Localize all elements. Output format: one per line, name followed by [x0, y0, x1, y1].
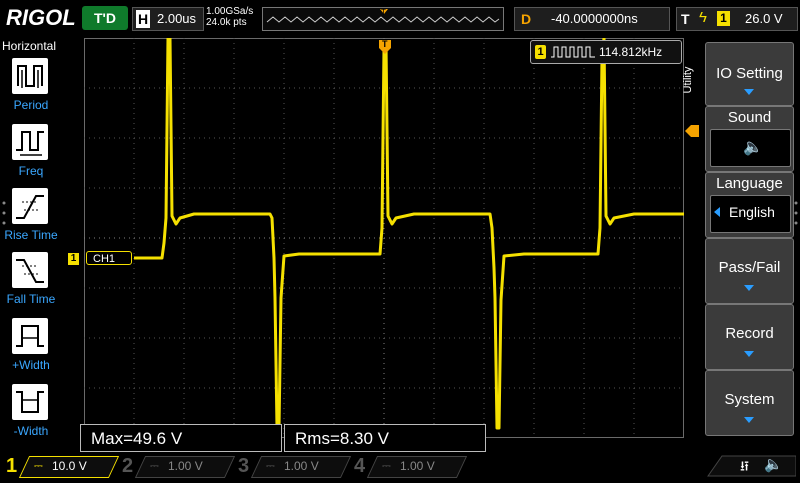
ch1-marker-number: 1 — [68, 253, 79, 265]
usb-icon: ⭿ — [740, 458, 750, 474]
measure-side-menu: Horizontal Period Freq Rise Time Fall Ti… — [0, 38, 62, 452]
frequency-value: 114.812kHz — [599, 45, 663, 59]
sample-rate: 1.00GSa/s — [206, 6, 254, 17]
trigger-level-arrow-icon — [685, 125, 699, 137]
trigger-level: 26.0 V — [745, 11, 783, 26]
measure-freq-label: Freq — [18, 164, 44, 178]
period-icon — [12, 58, 48, 94]
memory-trigger-marker: T — [381, 8, 386, 17]
left-menu-page-indicator — [2, 200, 6, 230]
trigger-position-label: T — [382, 39, 388, 49]
channel-4-scale: 1.00 V — [400, 459, 435, 473]
measurement-rms[interactable]: Rms=8.30 V — [284, 424, 486, 452]
channel-2-number: 2 — [122, 455, 134, 477]
memory-overview-strip[interactable]: T — [262, 7, 504, 31]
record-label: Record — [725, 325, 774, 342]
channel-1-tab[interactable]: 1 ⎓ 10.0 V — [0, 454, 120, 478]
timebase-value: 2.00us — [157, 11, 197, 26]
io-setting-label: IO Setting — [716, 65, 783, 82]
delay-value: -40.0000000ns — [551, 11, 638, 26]
language-value: English — [729, 204, 775, 220]
channel-3-tab[interactable]: 3 ⎓ 1.00 V — [232, 454, 352, 478]
rising-edge-icon: ϟ — [699, 9, 707, 26]
horizontal-label: H — [136, 10, 150, 28]
channel-status-bar: 1 ⎓ 10.0 V 2 ⎓ 1.00 V 3 ⎓ 1.00 V 4 ⎓ 1.0… — [0, 452, 800, 480]
chevron-left-icon — [714, 207, 720, 217]
language-value-box: English — [710, 195, 791, 233]
pass-fail-button[interactable]: Pass/Fail — [705, 238, 794, 304]
sound-value-box: 🔈 — [710, 129, 791, 167]
frequency-readout[interactable]: 1 114.812kHz — [530, 40, 682, 64]
speaker-icon: 🔈 — [743, 139, 763, 156]
measure-negative-width-label: -Width — [13, 424, 49, 438]
sound-button[interactable]: Sound 🔈 — [705, 106, 794, 172]
dc-coupling-icon: ⎓ — [34, 460, 43, 472]
top-status-bar: RIGOL T'D H 2.00us 1.00GSa/s 24.0k pts T… — [0, 0, 800, 38]
frequency-channel: 1 — [535, 45, 546, 59]
ch1-waveform — [134, 38, 684, 430]
brand-logo: RIGOL — [6, 5, 76, 30]
trigger-source: 1 — [717, 11, 730, 26]
chevron-down-icon — [744, 417, 754, 423]
chevron-down-icon — [744, 351, 754, 357]
ch1-offset-marker[interactable]: 1 CH1 — [68, 251, 134, 267]
ch1-marker-tag: CH1 — [86, 251, 132, 265]
measure-negative-width-button[interactable]: -Width — [0, 384, 62, 448]
channel-2-scale: 1.00 V — [168, 459, 203, 473]
trigger-label: T — [681, 11, 690, 27]
measure-positive-width-button[interactable]: +Width — [0, 318, 62, 382]
chevron-down-icon — [744, 89, 754, 95]
channel-3-number: 3 — [238, 455, 250, 477]
negative-width-icon — [12, 384, 48, 420]
menu-title: Horizontal — [2, 39, 57, 53]
io-setting-button[interactable]: IO Setting — [705, 42, 794, 106]
trigger-position-marker[interactable]: T — [379, 39, 391, 56]
dc-coupling-icon: ⎓ — [382, 460, 391, 472]
dc-coupling-icon: ⎓ — [266, 460, 275, 472]
trigger-box[interactable]: T ϟ 1 26.0 V — [676, 7, 798, 31]
record-button[interactable]: Record — [705, 304, 794, 370]
freq-icon — [12, 124, 48, 160]
timebase-box[interactable]: H 2.00us — [132, 7, 204, 31]
measure-period-button[interactable]: Period — [0, 58, 62, 122]
measure-freq-button[interactable]: Freq — [0, 124, 62, 188]
rise-time-icon — [12, 188, 48, 224]
measure-fall-time-label: Fall Time — [6, 292, 56, 306]
dc-coupling-icon: ⎓ — [150, 460, 159, 472]
memory-depth: 24.0k pts — [206, 17, 247, 28]
pulse-train-icon — [551, 46, 595, 58]
channel-3-scale: 1.00 V — [284, 459, 319, 473]
channel-2-tab[interactable]: 2 ⎓ 1.00 V — [116, 454, 236, 478]
chevron-down-icon — [744, 285, 754, 291]
channel-4-tab[interactable]: 4 ⎓ 1.00 V — [348, 454, 468, 478]
fall-time-icon — [12, 252, 48, 288]
utility-section-label: Utility — [682, 66, 694, 94]
channel-1-number: 1 — [6, 455, 18, 477]
delay-label: D — [521, 11, 532, 27]
positive-width-icon — [12, 318, 48, 354]
measure-period-label: Period — [13, 98, 49, 112]
system-label: System — [724, 391, 775, 408]
trigger-level-marker[interactable] — [685, 124, 699, 142]
acquisition-info: 1.00GSa/s 24.0k pts — [206, 6, 253, 28]
language-button[interactable]: Language English — [705, 172, 794, 238]
speaker-icon[interactable]: 🔈 — [764, 455, 783, 473]
pass-fail-label: Pass/Fail — [718, 259, 781, 276]
measure-rise-time-label: Rise Time — [4, 228, 58, 242]
measure-fall-time-button[interactable]: Fall Time — [0, 252, 62, 316]
channel-1-scale: 10.0 V — [52, 459, 87, 473]
measure-rise-time-button[interactable]: Rise Time — [0, 188, 62, 252]
measurement-max[interactable]: Max=49.6 V — [80, 424, 282, 452]
language-label: Language — [716, 175, 783, 192]
waveform-display[interactable] — [84, 38, 684, 438]
measure-positive-width-label: +Width — [12, 358, 50, 372]
sound-label: Sound — [727, 109, 772, 126]
channel-4-number: 4 — [354, 455, 366, 477]
right-menu-page-indicator — [794, 200, 798, 230]
trigger-status-badge[interactable]: T'D — [82, 6, 128, 30]
delay-box[interactable]: D -40.0000000ns — [514, 7, 670, 31]
system-button[interactable]: System — [705, 370, 794, 436]
